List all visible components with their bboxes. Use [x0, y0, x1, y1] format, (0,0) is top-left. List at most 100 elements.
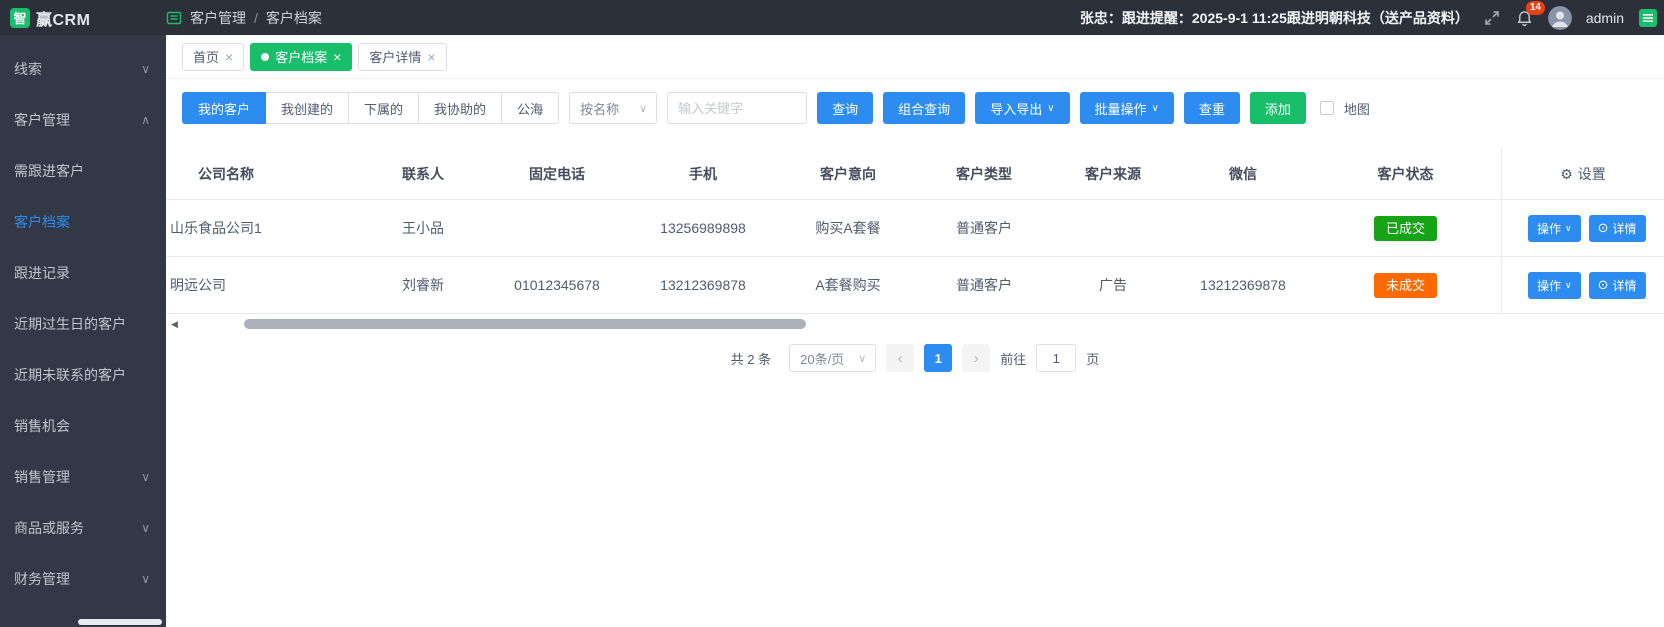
- sidebar-item-follow-records[interactable]: 跟进记录: [0, 247, 166, 298]
- tab-customer-detail[interactable]: 客户详情 ×: [358, 42, 447, 71]
- filter-assisted[interactable]: 我协助的: [418, 92, 503, 124]
- cell-contact: 王小品: [402, 220, 444, 236]
- sidebar-item-label: 客户档案: [14, 213, 70, 230]
- fullscreen-icon[interactable]: [1483, 9, 1501, 27]
- filter-my-customers[interactable]: 我的客户: [182, 92, 267, 124]
- table-horizontal-scrollbar: ◀: [166, 316, 1664, 332]
- cell-company: 山乐食品公司1: [170, 220, 262, 236]
- column-header-mobile: 手机: [689, 166, 717, 182]
- current-page-button[interactable]: 1: [924, 344, 953, 372]
- scrollbar-thumb[interactable]: [244, 319, 806, 329]
- cell-company: 明远公司: [170, 277, 226, 293]
- chevron-down-icon: ∨: [1565, 279, 1572, 290]
- chevron-down-icon: ∨: [141, 571, 150, 586]
- tab-label: 客户档案: [275, 50, 328, 65]
- filter-created-by-me[interactable]: 我创建的: [265, 92, 350, 124]
- chevron-down-icon: ∨: [141, 61, 150, 76]
- status-badge: 未成交: [1373, 272, 1437, 298]
- notifications-bell[interactable]: 14: [1515, 1, 1545, 27]
- sidebar-item-not-contacted[interactable]: 近期未联系的客户: [0, 349, 166, 400]
- query-button[interactable]: 查询: [817, 92, 874, 124]
- chevron-down-icon: ∨: [141, 520, 150, 535]
- breadcrumb-section[interactable]: 客户管理: [190, 8, 246, 28]
- sidebar-item-label: 财务管理: [14, 570, 70, 587]
- filter-subordinates[interactable]: 下属的: [348, 92, 420, 124]
- import-export-button[interactable]: 导入导出 ∨: [975, 92, 1070, 124]
- row-detail-button[interactable]: ⊙ 详情: [1588, 271, 1646, 299]
- chevron-down-icon: ∨: [141, 469, 150, 484]
- app-logo: 智 赢CRM: [0, 6, 166, 30]
- action-label: 操作: [1537, 278, 1562, 293]
- sidebar-item-customer-archive[interactable]: 客户档案: [0, 196, 166, 247]
- cell-mobile: 13212369878: [660, 277, 746, 293]
- chevron-down-icon: ∨: [1565, 222, 1572, 233]
- column-header-status: 客户状态: [1377, 166, 1434, 182]
- sidebar-item-recent-birthdays[interactable]: 近期过生日的客户: [0, 298, 166, 349]
- row-actions: 操作 ∨ ⊙ 详情: [1501, 257, 1664, 313]
- sidebar-item-sales-opportunities[interactable]: 销售机会: [0, 400, 166, 451]
- column-header-company: 公司名称: [198, 166, 254, 182]
- tab-customer-archive[interactable]: 客户档案 ×: [250, 42, 353, 71]
- row-action-button[interactable]: 操作 ∨: [1528, 271, 1581, 299]
- column-header-contact: 联系人: [402, 166, 444, 182]
- sidebar-item-finance-management[interactable]: 财务管理 ∨: [0, 553, 166, 604]
- sidebar-item-products-services[interactable]: 商品或服务 ∨: [0, 502, 166, 553]
- sidebar-item-label: 跟进记录: [14, 264, 70, 281]
- next-page-button[interactable]: ›: [962, 344, 991, 372]
- batch-operations-label: 批量操作: [1094, 101, 1147, 117]
- sidebar-item-label: 销售管理: [14, 468, 70, 485]
- logo-text: 赢CRM: [36, 11, 91, 29]
- table-settings[interactable]: ⚙ 设置: [1501, 149, 1664, 199]
- tab-home[interactable]: 首页 ×: [182, 42, 245, 71]
- combo-query-button[interactable]: 组合查询: [883, 92, 966, 124]
- chevron-down-icon: ∨: [1151, 102, 1159, 114]
- action-label: 操作: [1537, 221, 1562, 236]
- sidebar-scrollbar[interactable]: [78, 619, 162, 625]
- cell-intent: 购买A套餐: [815, 220, 881, 236]
- prev-page-button[interactable]: ‹: [886, 344, 915, 372]
- batch-operations-button[interactable]: 批量操作 ∨: [1079, 92, 1174, 124]
- close-icon[interactable]: ×: [225, 50, 233, 64]
- breadcrumb-separator: /: [254, 9, 258, 26]
- gear-icon: ⚙: [1560, 165, 1573, 182]
- table-row: 明远公司 刘睿新 01012345678 13212369878 A套餐购买 普…: [166, 257, 1664, 314]
- main-content: 首页 × 客户档案 × 客户详情 × 我的客户 我创建的 下属的 我协助的 公海…: [166, 35, 1664, 627]
- follow-up-reminder[interactable]: 张忠：跟进提醒：2025-9-1 11:25跟进明朝科技（送产品资料）: [1080, 8, 1469, 28]
- sidebar-item-leads[interactable]: 线索 ∨: [0, 43, 166, 94]
- search-type-select[interactable]: 按名称 ∨: [569, 92, 658, 124]
- status-badge: 已成交: [1373, 215, 1437, 241]
- table-header-row: 公司名称 联系人 固定电话 手机 客户意向 客户类型 客户来源 微信 客户状态 …: [166, 149, 1664, 200]
- search-type-value: 按名称: [580, 101, 620, 117]
- filter-public-sea[interactable]: 公海: [501, 92, 560, 124]
- sidebar-item-customer-management[interactable]: 客户管理 ∧: [0, 94, 166, 145]
- avatar[interactable]: [1547, 5, 1572, 30]
- keyword-input[interactable]: [667, 92, 808, 124]
- map-label[interactable]: 地图: [1344, 99, 1370, 118]
- import-export-label: 导入导出: [990, 101, 1043, 117]
- add-button[interactable]: 添加: [1249, 92, 1306, 124]
- breadcrumb-page[interactable]: 客户档案: [266, 8, 322, 28]
- top-bar: 智 赢CRM 客户管理 / 客户档案 张忠：跟进提醒：2025-9-1 11:2…: [0, 0, 1664, 35]
- topbar-right: 张忠：跟进提醒：2025-9-1 11:25跟进明朝科技（送产品资料） 14 a…: [1080, 1, 1664, 30]
- close-icon[interactable]: ×: [333, 50, 341, 64]
- column-header-type: 客户类型: [956, 166, 1012, 182]
- row-detail-button[interactable]: ⊙ 详情: [1588, 214, 1646, 242]
- map-checkbox[interactable]: [1319, 101, 1334, 115]
- cell-status: 未成交: [1310, 272, 1501, 298]
- cell-source: 广告: [1099, 277, 1127, 293]
- quick-menu-icon[interactable]: [1638, 8, 1658, 28]
- goto-prefix-label: 前往: [1000, 351, 1027, 367]
- dedupe-button[interactable]: 查重: [1183, 92, 1240, 124]
- goto-page-input[interactable]: [1036, 344, 1077, 372]
- sidebar-item-follow-needed[interactable]: 需跟进客户: [0, 145, 166, 196]
- sidebar-item-sales-management[interactable]: 销售管理 ∨: [0, 451, 166, 502]
- page-size-select[interactable]: 20条/页 ∨: [789, 344, 877, 372]
- row-action-button[interactable]: 操作 ∨: [1528, 214, 1581, 242]
- scroll-left-arrow-icon[interactable]: ◀: [171, 319, 178, 330]
- chevron-down-icon: ∨: [639, 102, 648, 115]
- tab-label: 客户详情: [369, 50, 422, 65]
- username[interactable]: admin: [1586, 10, 1624, 26]
- chevron-down-icon: ∨: [1047, 102, 1055, 114]
- close-icon[interactable]: ×: [427, 50, 435, 64]
- column-header-source: 客户来源: [1085, 166, 1141, 182]
